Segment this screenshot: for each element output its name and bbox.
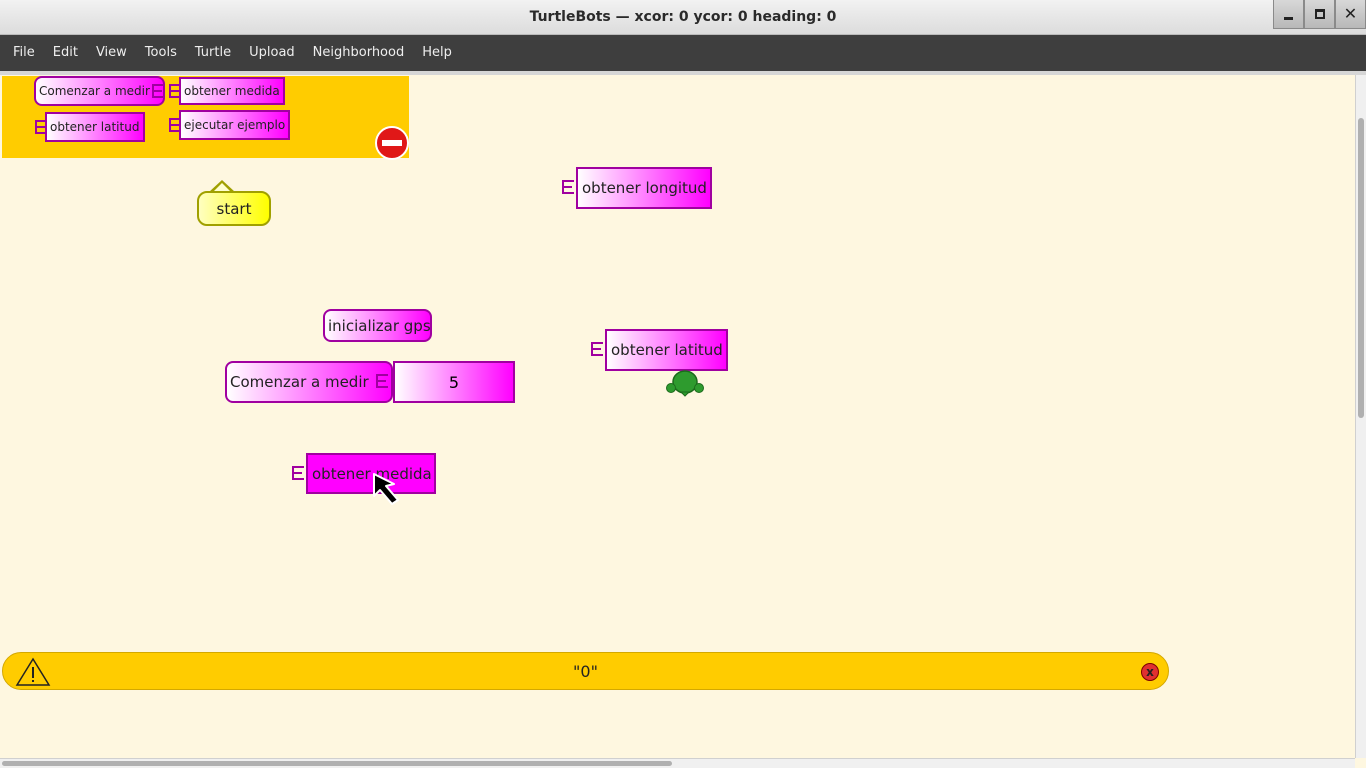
menu-upload[interactable]: Upload xyxy=(240,35,304,71)
palette-block-ejecutar-ejemplo[interactable]: ejecutar ejemplo xyxy=(179,110,290,140)
menu-tools[interactable]: Tools xyxy=(136,35,186,71)
close-icon: ✕ xyxy=(1343,4,1358,23)
block-plug xyxy=(591,342,603,356)
menu-help[interactable]: Help xyxy=(413,35,461,71)
block-comenzar-a-medir[interactable]: Comenzar a medir xyxy=(225,361,393,403)
status-close-icon[interactable]: x xyxy=(1141,663,1159,681)
minimize-button[interactable] xyxy=(1273,0,1304,29)
menu-view[interactable]: View xyxy=(87,35,136,71)
trash-icon[interactable] xyxy=(375,126,409,160)
block-plug xyxy=(292,466,304,480)
palette-block-obtener-latitud[interactable]: obtener latitud xyxy=(45,112,145,142)
palette-block-label: obtener medida xyxy=(184,84,280,98)
turtle-icon[interactable] xyxy=(665,368,707,398)
block-inicializar-gps[interactable]: inicializar gps xyxy=(323,309,432,342)
menu-turtle[interactable]: Turtle xyxy=(186,35,240,71)
menu-file[interactable]: File xyxy=(4,35,44,71)
menu-neighborhood[interactable]: Neighborhood xyxy=(304,35,414,71)
status-message: "0" xyxy=(573,662,598,681)
vertical-scrollbar[interactable] xyxy=(1355,75,1366,758)
number-value: 5 xyxy=(448,372,460,392)
palette-block-label: obtener latitud xyxy=(50,120,140,134)
block-plug xyxy=(562,180,574,194)
menu-bar: File Edit View Tools Turtle Upload Neigh… xyxy=(0,35,1366,71)
window-title: TurtleBots — xcor: 0 ycor: 0 heading: 0 xyxy=(529,9,837,25)
palette-block-comenzar-a-medir[interactable]: Comenzar a medir xyxy=(34,76,165,106)
horizontal-scroll-thumb[interactable] xyxy=(2,761,672,766)
palette-block-label: Comenzar a medir xyxy=(39,84,150,98)
block-label: Comenzar a medir xyxy=(230,373,369,391)
block-obtener-latitud[interactable]: obtener latitud xyxy=(605,329,728,371)
palette-block-label: ejecutar ejemplo xyxy=(184,118,286,132)
palette-block-plug xyxy=(169,84,181,98)
start-block[interactable]: start xyxy=(197,191,271,226)
palette-block-obtener-medida[interactable]: obtener medida xyxy=(179,77,285,105)
block-label: obtener latitud xyxy=(611,341,723,359)
block-obtener-longitud[interactable]: obtener longitud xyxy=(576,167,712,209)
palette-block-socket xyxy=(152,84,164,98)
menu-edit[interactable]: Edit xyxy=(44,35,87,71)
start-block-label: start xyxy=(216,199,252,218)
block-label: obtener longitud xyxy=(582,179,707,197)
status-bar: "0" x xyxy=(2,652,1169,690)
minimize-icon xyxy=(1284,16,1293,20)
horizontal-scrollbar[interactable] xyxy=(0,758,1355,768)
close-button[interactable]: ✕ xyxy=(1335,0,1366,29)
palette-block-plug xyxy=(35,120,47,134)
window-controls: ✕ xyxy=(1273,0,1366,29)
pointer-cursor-icon xyxy=(373,473,399,505)
number-block[interactable]: 5 xyxy=(393,361,515,403)
palette-block-plug xyxy=(169,118,181,132)
window-titlebar[interactable]: TurtleBots — xcor: 0 ycor: 0 heading: 0 … xyxy=(0,0,1366,35)
maximize-button[interactable] xyxy=(1304,0,1335,29)
maximize-icon xyxy=(1314,9,1325,19)
block-label: inicializar gps xyxy=(328,316,431,335)
block-socket xyxy=(376,374,388,388)
vertical-scroll-thumb[interactable] xyxy=(1358,118,1364,418)
